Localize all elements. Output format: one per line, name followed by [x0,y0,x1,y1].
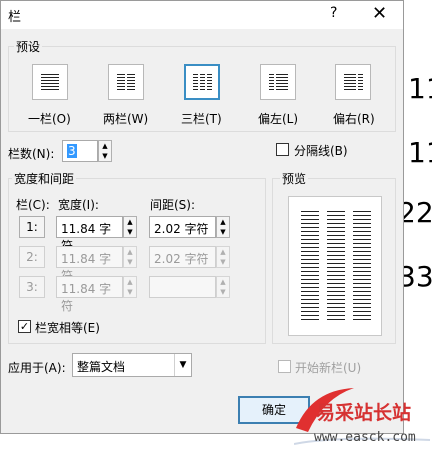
spacing-header: 间距(S): [150,198,196,212]
checkmark-icon: ✓ [19,320,30,333]
three-column-preview-icon [301,211,371,320]
separator-label: 分隔线(B) [294,144,348,158]
preset-one-column-label: 一栏(O) [28,112,71,126]
left-column-icon [268,74,288,90]
preset-three-columns[interactable] [184,64,220,100]
column-number-button: 2: [19,246,45,268]
two-columns-icon [117,74,135,90]
preset-left[interactable] [260,64,296,100]
help-button[interactable]: ? [330,5,337,21]
preset-two-columns[interactable] [108,64,144,100]
width-header: 宽度(I): [58,198,99,212]
column-width-input[interactable]: 11.84 字符 [56,216,123,253]
column-spacing-input [149,276,216,298]
preset-left-label: 偏左(L) [258,112,299,126]
column-width-stepper: ▲ ▼ [123,246,137,268]
column-width-stepper: ▲ ▼ [123,276,137,298]
column-width-input: 11.84 字符 [56,276,123,313]
dialog-title: 栏 [8,10,22,25]
equal-width-checkbox[interactable]: ✓ [18,320,31,333]
watermark-url: www.easck.com [314,430,416,445]
columns-count-stepper[interactable]: ▲ ▼ [98,140,112,162]
close-button[interactable]: ✕ [372,3,387,24]
right-column-icon [343,74,363,90]
separator-checkbox[interactable] [276,143,289,156]
spin-down-icon[interactable]: ▼ [99,151,111,161]
columns-count-label: 栏数(N): [8,147,55,161]
new-column-checkbox [278,360,291,373]
doc-text-line: 11 [408,136,432,169]
spin-up-icon[interactable]: ▲ [99,141,111,151]
presets-group-label: 预设 [14,38,43,55]
title-bar [1,1,403,29]
column-header: 栏(C): [16,198,50,212]
column-spacing-input[interactable]: 2.02 字符 [149,216,216,238]
column-width-stepper[interactable]: ▲ ▼ [123,216,137,238]
new-column-label: 开始新栏(U) [295,361,362,375]
column-spacing-input: 2.02 字符 [149,246,216,268]
preset-right-label: 偏右(R) [333,112,375,126]
chevron-down-icon[interactable]: ▼ [174,354,191,376]
apply-to-select[interactable]: 整篇文档 ▼ [72,353,192,377]
preview-group-label: 预览 [280,170,309,187]
column-width-input: 11.84 字符 [56,246,123,283]
three-columns-icon [192,74,212,90]
width-spacing-group-label: 宽度和间距 [12,170,77,187]
doc-text-line: 11 [408,72,432,105]
preset-one-column[interactable] [32,64,68,100]
column-spacing-stepper[interactable]: ▲ ▼ [216,216,230,238]
preset-two-columns-label: 两栏(W) [103,112,149,126]
column-number-button[interactable]: 1: [19,216,45,238]
apply-to-value: 整篇文档 [77,360,126,374]
column-number-button: 3: [19,276,45,298]
preset-three-columns-label: 三栏(T) [181,112,222,126]
preview-page [288,196,382,336]
one-column-icon [41,74,59,90]
columns-count-input[interactable]: 3 [62,140,98,162]
preset-right[interactable] [335,64,371,100]
equal-width-label: 栏宽相等(E) [35,321,100,335]
apply-to-label: 应用于(A): [8,361,66,375]
column-spacing-stepper: ▲ ▼ [216,276,230,298]
column-spacing-stepper: ▲ ▼ [216,246,230,268]
watermark-title: 易采站长站 [316,402,412,424]
